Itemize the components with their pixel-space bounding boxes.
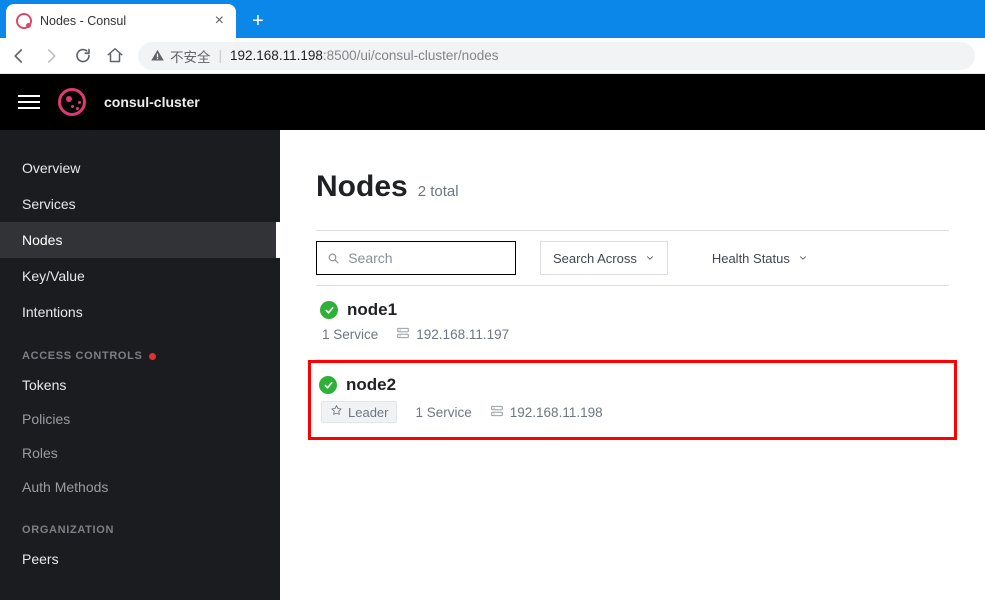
sidebar-item-overview[interactable]: Overview bbox=[0, 150, 280, 186]
sidebar-item-nodes[interactable]: Nodes bbox=[0, 222, 280, 258]
menu-button[interactable] bbox=[18, 95, 40, 109]
sidebar-item-services[interactable]: Services bbox=[0, 186, 280, 222]
sidebar-item-auth-methods[interactable]: Auth Methods bbox=[0, 470, 280, 504]
sidebar: OverviewServicesNodesKey/ValueIntentions… bbox=[0, 130, 280, 600]
sidebar-item-policies[interactable]: Policies bbox=[0, 402, 280, 436]
network-icon bbox=[490, 404, 504, 421]
address-bar[interactable]: 不安全 | 192.168.11.198:8500/ui/consul-clus… bbox=[138, 42, 975, 70]
app-header: consul-cluster bbox=[0, 74, 985, 130]
search-across-dropdown[interactable]: Search Across bbox=[540, 241, 668, 275]
node-list: node1 1 Service 192.168.11.197 node2 Leader 1… bbox=[316, 286, 949, 440]
leader-badge: Leader bbox=[321, 401, 397, 423]
forward-button bbox=[42, 47, 60, 65]
consul-logo bbox=[58, 88, 86, 116]
sidebar-item-intentions[interactable]: Intentions bbox=[0, 294, 280, 330]
new-tab-button[interactable]: + bbox=[244, 7, 272, 35]
sidebar-item-roles[interactable]: Roles bbox=[0, 436, 280, 470]
not-secure-badge: 不安全 bbox=[150, 46, 211, 66]
browser-tab[interactable]: Nodes - Consul × bbox=[6, 4, 236, 38]
search-box[interactable] bbox=[316, 241, 516, 275]
consul-favicon bbox=[16, 13, 32, 29]
browser-tabstrip: Nodes - Consul × + bbox=[0, 0, 985, 38]
alert-dot-icon bbox=[149, 353, 156, 360]
page-title: Nodes 2 total bbox=[316, 170, 949, 204]
service-count: 1 Service bbox=[322, 327, 378, 342]
node-row[interactable]: node1 1 Service 192.168.11.197 bbox=[316, 286, 949, 360]
network-icon bbox=[396, 326, 410, 343]
close-tab-icon[interactable]: × bbox=[213, 12, 226, 30]
sidebar-item-key-value[interactable]: Key/Value bbox=[0, 258, 280, 294]
status-passing-icon bbox=[320, 301, 338, 319]
filter-bar: Search Across Health Status bbox=[316, 230, 949, 286]
status-passing-icon bbox=[319, 376, 337, 394]
search-input[interactable] bbox=[348, 250, 505, 266]
page-heading: Nodes bbox=[316, 170, 408, 204]
node-address: 192.168.11.197 bbox=[396, 326, 509, 343]
node-row[interactable]: node2 Leader 1 Service 192.168.11.198 bbox=[308, 360, 957, 440]
not-secure-text: 不安全 bbox=[170, 46, 211, 66]
chevron-down-icon bbox=[645, 253, 655, 263]
home-button[interactable] bbox=[106, 47, 124, 65]
service-count: 1 Service bbox=[415, 405, 471, 420]
sidebar-section-access-controls: ACCESS CONTROLS bbox=[0, 330, 280, 368]
search-icon bbox=[327, 251, 340, 266]
url-text: 192.168.11.198:8500/ui/consul-cluster/no… bbox=[230, 48, 498, 63]
warning-icon bbox=[150, 48, 165, 63]
tab-title: Nodes - Consul bbox=[40, 14, 205, 28]
node-address: 192.168.11.198 bbox=[490, 404, 603, 421]
back-button[interactable] bbox=[10, 47, 28, 65]
chevron-down-icon bbox=[798, 253, 808, 263]
total-count: 2 total bbox=[418, 183, 459, 200]
sidebar-item-tokens[interactable]: Tokens bbox=[0, 368, 280, 402]
sidebar-section-organization: ORGANIZATION bbox=[0, 504, 280, 542]
health-status-dropdown[interactable]: Health Status bbox=[712, 251, 808, 266]
reload-button[interactable] bbox=[74, 47, 92, 65]
cluster-name: consul-cluster bbox=[104, 94, 200, 110]
main-content: Nodes 2 total Search Across Health Statu… bbox=[280, 130, 985, 600]
node-name: node2 bbox=[346, 375, 396, 395]
node-name: node1 bbox=[347, 300, 397, 320]
star-icon bbox=[330, 404, 343, 420]
sidebar-item-peers[interactable]: Peers bbox=[0, 542, 280, 576]
browser-toolbar: 不安全 | 192.168.11.198:8500/ui/consul-clus… bbox=[0, 38, 985, 74]
